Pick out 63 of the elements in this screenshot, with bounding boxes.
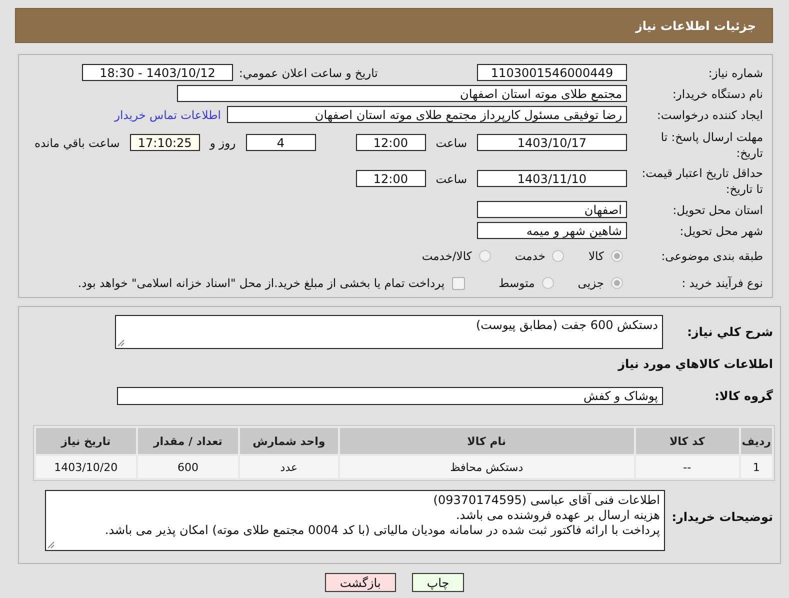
print-button[interactable]: چاپ (412, 573, 464, 592)
field-label: مهلت ارسال پاسخ: تا تاریخ: (660, 129, 763, 161)
page-title: جزئیات اطلاعات نیاز (635, 18, 756, 32)
field-label: شرح کلي نياز: (686, 325, 773, 339)
checkbox[interactable] (452, 276, 465, 290)
description-field[interactable]: دستکش 600 جفت (مطابق پیوست) (115, 315, 663, 349)
goods-group-field[interactable]: پوشاک و کفش (117, 387, 663, 405)
field-label: ساعت (436, 172, 467, 186)
date-time-field[interactable]: 1403/10/12 - 18:30 (82, 64, 233, 81)
column-header: نام کالا (340, 428, 634, 454)
field-label: نام دستگاه خریدار: (671, 86, 763, 102)
column-header: تاریخ نیاز (36, 428, 136, 454)
column-header: واحد شمارش (240, 428, 338, 454)
back-button[interactable]: بازگشت (324, 573, 396, 592)
days-field[interactable]: 4 (246, 134, 316, 151)
column-header: کد کالا (636, 428, 739, 454)
field-label: شهر محل تحویل: (678, 222, 763, 238)
table-cell: 1403/10/20 (36, 456, 136, 478)
field-label: شماره نیاز: (707, 64, 763, 80)
text-field[interactable]: اصفهان (477, 201, 627, 218)
column-header: تعداد / مقدار (138, 428, 238, 454)
field-label: تاریخ و ساعت اعلان عمومي: (239, 66, 378, 80)
text-field[interactable]: رضا توفیقی مسئول کارپرداز مجتمع طلای موته استان اصفهان (227, 106, 627, 123)
checkbox-label: پرداخت تمام یا بخشی از مبلغ خرید.از محل "اسناد خزانه اسلامی" خواهد بود. (78, 276, 445, 290)
table-cell: 600 (138, 456, 238, 478)
table-cell: 1 (740, 456, 772, 478)
date-field[interactable]: 1403/11/10 (477, 170, 627, 187)
radio-button[interactable] (611, 277, 623, 289)
resize-grip-icon[interactable] (47, 541, 55, 549)
countdown-field[interactable]: 17:10:25 (130, 134, 200, 151)
option-label: کالا (588, 249, 604, 263)
field-label: ساعت (436, 136, 467, 150)
table-cell: دستکش محافظ (340, 456, 634, 478)
radio-button[interactable] (611, 250, 623, 262)
option-label: خدمت (514, 249, 546, 263)
section-heading: اطلاعات کالاهاي مورد نياز (616, 357, 773, 371)
table-cell: -- (636, 456, 739, 478)
text-field[interactable]: مجتمع طلای موته استان اصفهان (177, 85, 627, 102)
field-label: حداقل تاریخ اعتبار قیمت: تا تاریخ: (640, 165, 763, 197)
time-field[interactable]: 12:00 (356, 170, 426, 187)
date-field[interactable]: 1403/10/17 (477, 134, 627, 151)
time-field[interactable]: 12:00 (356, 134, 426, 151)
option-label: متوسط (498, 276, 535, 290)
field-label: ساعت باقي مانده (34, 136, 120, 150)
text-field[interactable]: شاهین شهر و میمه (477, 222, 627, 239)
field-label: ایجاد کننده درخواست: (656, 106, 763, 122)
field-label: گروه کالا: (714, 389, 773, 403)
radio-button[interactable] (552, 250, 564, 262)
radio-button[interactable] (542, 277, 554, 289)
field-label: طبقه بندی موضوعی: (660, 248, 763, 264)
field-label: استان محل تحویل: (672, 202, 763, 218)
column-header: ردیف (740, 428, 772, 454)
field-label: نوع فرآیند خرید : (680, 275, 763, 291)
radio-button[interactable] (478, 250, 491, 262)
field-label: توضیحات خریدار: (673, 510, 773, 524)
buyer-notes-field[interactable]: اطلاعات فنی آقای عباسی (09370174595) هزینه ارسال بر عهده فروشنده می باشد. پرداخت با ارائه فاکتور ثبت شده در سامانه مودیان مالیاتی (با کد 0004 مجتمع طلای موته) امکان پذیر می باشد. (45, 490, 665, 551)
option-label: کالا/خدمت (422, 249, 472, 263)
resize-grip-icon[interactable] (117, 339, 125, 347)
need-number-field[interactable]: 1103001546000449 (477, 64, 627, 81)
option-label: جزیی (578, 276, 604, 290)
contact-link[interactable]: اطلاعات تماس خریدار (114, 108, 221, 122)
field-label: روز و (210, 136, 236, 150)
table-cell: عدد (240, 456, 338, 478)
